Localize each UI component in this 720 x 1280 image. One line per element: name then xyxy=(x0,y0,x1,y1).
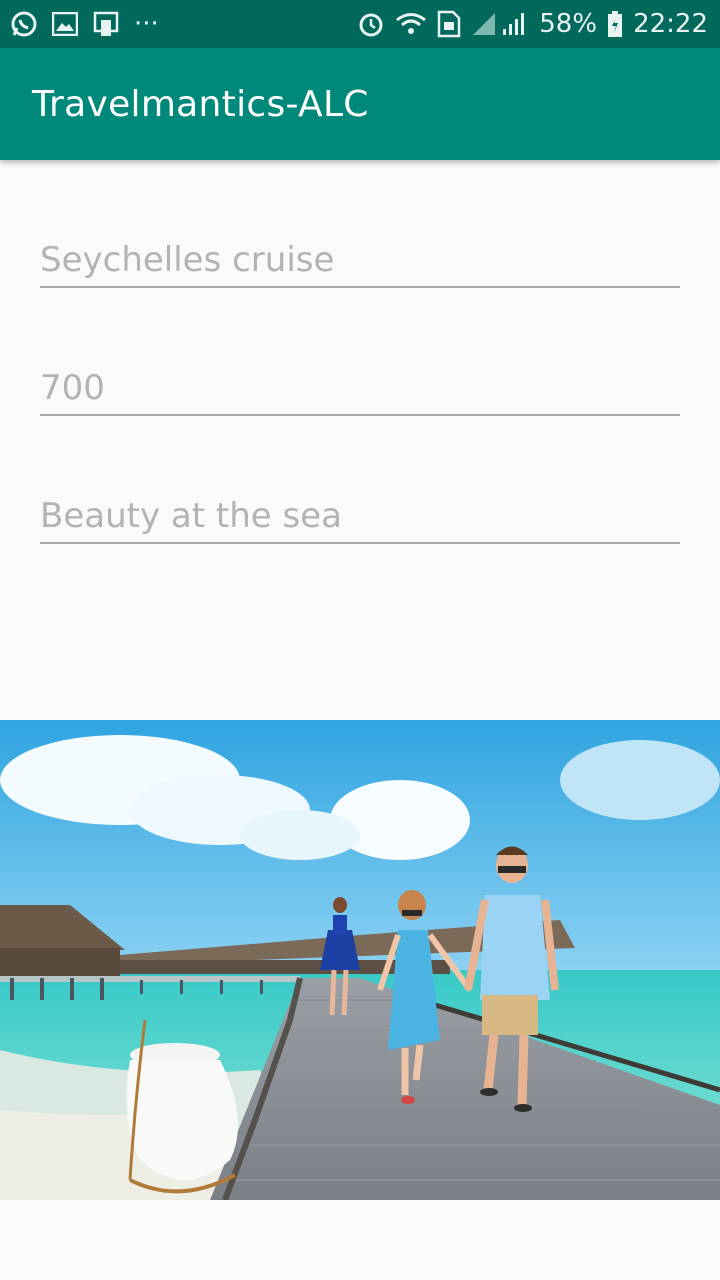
whatsapp-icon xyxy=(10,10,38,38)
price-field[interactable]: 700 xyxy=(40,356,680,416)
description-field-text: Beauty at the sea xyxy=(40,496,342,536)
title-field[interactable]: Seychelles cruise xyxy=(40,228,680,288)
title-field-text: Seychelles cruise xyxy=(40,240,335,280)
app-title: Travelmantics-ALC xyxy=(32,83,369,125)
sim-icon xyxy=(437,10,461,38)
app-bar: Travelmantics-ALC xyxy=(0,48,720,160)
phone-screen-icon xyxy=(92,10,120,38)
more-dots-icon: ··· xyxy=(134,9,159,39)
clock: 22:22 xyxy=(633,9,708,39)
price-field-text: 700 xyxy=(40,368,105,408)
status-bar: ··· 58% 22:22 xyxy=(0,0,720,48)
signal-icon xyxy=(471,11,529,37)
alarm-icon xyxy=(357,10,385,38)
description-field[interactable]: Beauty at the sea xyxy=(40,484,680,544)
beach-photo xyxy=(0,720,720,1200)
gallery-icon xyxy=(52,12,78,36)
wifi-icon xyxy=(395,11,427,37)
battery-percent: 58% xyxy=(539,9,598,39)
battery-icon xyxy=(607,10,623,38)
